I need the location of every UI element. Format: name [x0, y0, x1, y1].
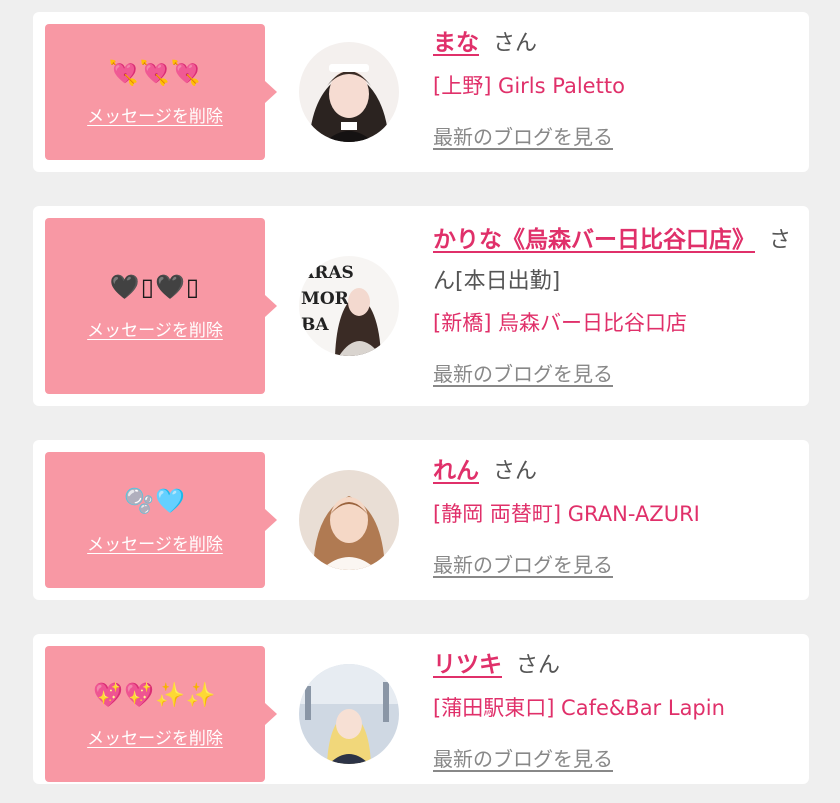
message-bubble: 💖💖✨✨ メッセージを削除 — [45, 646, 277, 782]
latest-blog-link[interactable]: 最新のブログを見る — [433, 123, 613, 151]
latest-blog-link[interactable]: 最新のブログを見る — [433, 551, 613, 579]
honorific: さん — [493, 31, 538, 56]
cast-name-link[interactable]: れん — [433, 458, 479, 484]
cast-name-link[interactable]: かりな《烏森バー日比谷口店》 — [433, 227, 755, 253]
shop-name: [新橋] 烏森バー日比谷口店 — [433, 311, 688, 335]
svg-text:BA: BA — [301, 315, 329, 335]
message-card: 🖤▯🖤▯ メッセージを削除 ARAS MOR BA かりな《烏森バー日比谷口店》… — [33, 206, 809, 406]
cast-status: [本日出勤] — [455, 269, 561, 294]
message-bubble: 🖤▯🖤▯ メッセージを削除 — [45, 218, 277, 394]
message-bubble: 🫧🩵 メッセージを削除 — [45, 452, 277, 588]
shop-name: [上野] Girls Paletto — [433, 74, 625, 98]
message-card: 💘💘💘 メッセージを削除 まな さん [上野] Girls Paletto 最新の… — [33, 12, 809, 172]
cast-name-link[interactable]: リツキ — [433, 652, 502, 678]
message-bubble: 💘💘💘 メッセージを削除 — [45, 24, 277, 160]
delete-message-link[interactable]: メッセージを削除 — [87, 530, 223, 555]
shop-name: [蒲田駅東口] Cafe&Bar Lapin — [433, 696, 725, 720]
sparkling-heart-icon: 💖💖✨✨ — [93, 680, 217, 709]
latest-blog-link[interactable]: 最新のブログを見る — [433, 360, 613, 388]
delete-message-link[interactable]: メッセージを削除 — [87, 102, 223, 127]
honorific: さん — [493, 459, 538, 484]
latest-blog-link[interactable]: 最新のブログを見る — [433, 745, 613, 773]
avatar[interactable] — [299, 664, 399, 764]
bubbles-heart-icon: 🫧🩵 — [124, 486, 186, 515]
svg-text:MOR: MOR — [301, 289, 350, 309]
message-card: 🫧🩵 メッセージを削除 れん さん [静岡 両替町] GRAN-AZURI 最新の… — [33, 440, 809, 600]
heart-with-arrow-icon: 💘💘💘 — [108, 58, 202, 87]
avatar[interactable] — [299, 470, 399, 570]
delete-message-link[interactable]: メッセージを削除 — [87, 316, 223, 341]
cast-name-link[interactable]: まな — [433, 30, 479, 56]
delete-message-link[interactable]: メッセージを削除 — [87, 724, 223, 749]
shop-name: [静岡 両替町] GRAN-AZURI — [433, 502, 700, 526]
svg-text:ARAS: ARAS — [300, 263, 354, 283]
honorific: さん — [516, 653, 561, 678]
avatar[interactable]: ARAS MOR BA — [299, 256, 399, 356]
message-card: 💖💖✨✨ メッセージを削除 リツキ さん [蒲田駅東口] Cafe&Bar Lap… — [33, 634, 809, 784]
black-heart-icon: 🖤▯🖤▯ — [109, 272, 201, 301]
avatar[interactable] — [299, 42, 399, 142]
